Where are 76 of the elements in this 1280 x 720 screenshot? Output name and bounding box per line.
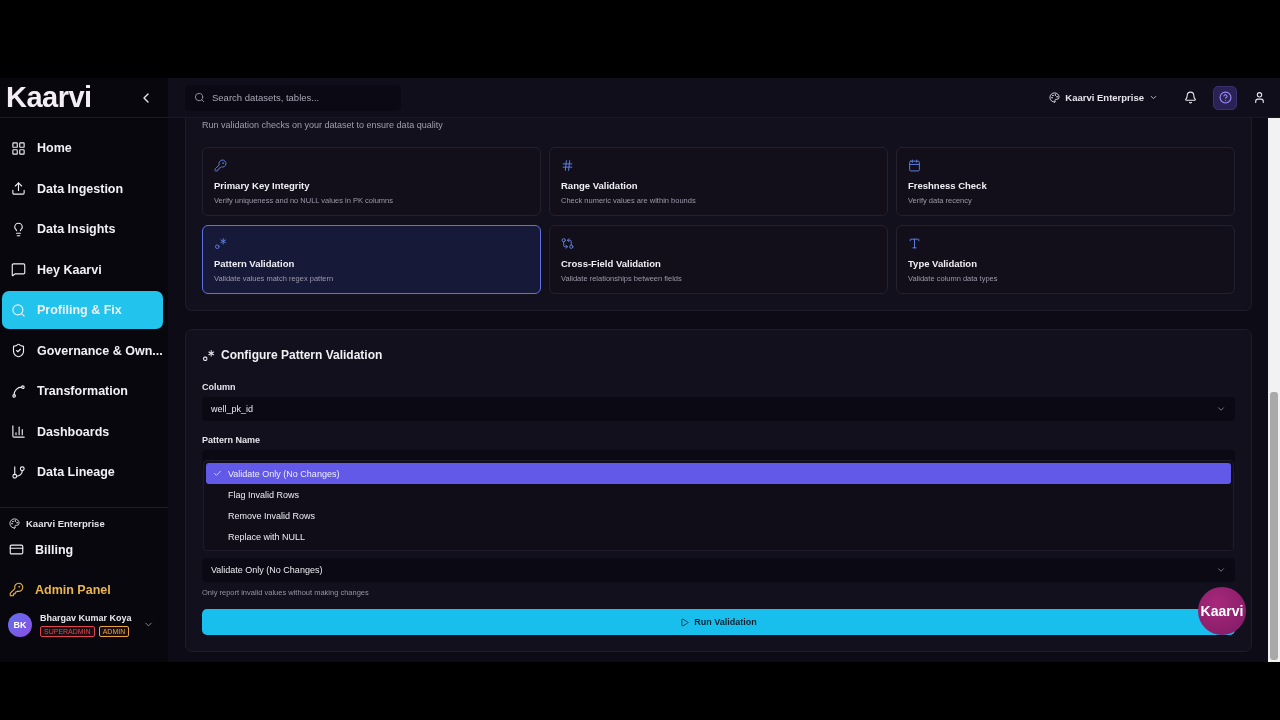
grid-icon [11, 140, 26, 156]
palette-icon [1049, 92, 1061, 103]
curve-icon [11, 383, 26, 399]
lightbulb-icon [11, 221, 26, 237]
logo: Kaarvi [6, 81, 92, 114]
user-avatar: BK [8, 612, 32, 637]
search-icon [11, 302, 26, 318]
nav-item[interactable]: Data Lineage [2, 453, 163, 492]
nav-label: Hey Kaarvi [37, 262, 102, 277]
key-icon [214, 159, 227, 172]
dropdown-option[interactable]: Flag Invalid Rows [206, 484, 1231, 506]
help-icon [1218, 91, 1232, 104]
branch-icon [11, 464, 26, 480]
card-title: Pattern Validation [214, 258, 296, 269]
nav-item[interactable]: Hey Kaarvi [2, 250, 163, 289]
nav-label: Data Lineage [37, 465, 115, 480]
type-icon [908, 237, 921, 250]
nav-label: Governance & Own... [37, 343, 163, 358]
nav-label: Home [37, 141, 72, 156]
bar-chart-icon [11, 424, 26, 440]
action-select[interactable]: Validate Only (No Changes) [202, 558, 1235, 582]
shield-icon [11, 343, 26, 359]
nav-item[interactable]: Dashboards [2, 412, 163, 451]
regex-icon [202, 348, 215, 362]
user-name: Bhargav Kumar Koya [40, 612, 133, 623]
scrollbar[interactable] [1268, 118, 1280, 662]
dropdown-option[interactable]: Remove Invalid Rows [206, 505, 1231, 527]
field-label: Column [202, 382, 237, 392]
nav-item[interactable]: Transformation [2, 372, 163, 411]
nav-item[interactable]: Admin Panel [0, 570, 168, 609]
play-icon [680, 617, 690, 627]
regex-icon [214, 237, 227, 250]
compare-icon [561, 237, 574, 250]
chevron-down-icon [1216, 404, 1226, 414]
nav-item[interactable]: Home [2, 129, 163, 168]
nav-item[interactable]: Billing [0, 530, 168, 569]
column-select[interactable]: well_pk_id [202, 397, 1235, 421]
panel-subtitle: Run validation checks on your dataset to ensure data quality [202, 120, 444, 130]
chat-icon [11, 262, 26, 278]
nav-label: Dashboards [37, 424, 110, 439]
user-button[interactable] [1253, 91, 1266, 104]
upload-icon [11, 181, 26, 197]
nav-item[interactable]: Data Ingestion [2, 169, 163, 208]
dropdown-option[interactable]: Validate Only (No Changes) [206, 463, 1231, 485]
palette-icon [9, 517, 20, 529]
section-heading: Configure Pattern Validation [221, 348, 383, 362]
field-label: Pattern Name [202, 435, 262, 445]
chevron-down-icon [1216, 565, 1226, 575]
key-icon [9, 582, 24, 597]
hash-icon [561, 159, 574, 172]
org-name: Kaarvi Enterprise [26, 517, 105, 529]
card-title: Cross-Field Validation [561, 258, 662, 269]
check-icon [213, 469, 222, 479]
user-icon [1253, 91, 1266, 104]
dropdown-option[interactable]: Replace with NULL [206, 526, 1231, 548]
search-icon [194, 91, 205, 103]
nav-label: Data Ingestion [37, 181, 124, 196]
nav-label: Billing [35, 542, 74, 557]
calendar-icon [908, 159, 921, 172]
chevron-down-icon [1149, 93, 1158, 102]
nav-label: Transformation [37, 384, 128, 399]
bell-icon [1184, 91, 1197, 104]
nav-item[interactable]: Governance & Own... [2, 331, 163, 370]
nav-label: Profiling & Fix [37, 303, 122, 318]
nav-label: Admin Panel [35, 582, 111, 597]
card-title: Freshness Check [908, 180, 988, 191]
card-title: Range Validation [561, 180, 639, 191]
help-button[interactable] [1213, 85, 1237, 110]
notifications-button[interactable] [1184, 91, 1197, 104]
search-field[interactable]: Search datasets, tables... [185, 84, 401, 111]
org-switcher[interactable]: Kaarvi Enterprise [1049, 92, 1158, 103]
nav-item[interactable]: Data Insights [2, 210, 163, 249]
nav-label: Data Insights [37, 222, 116, 237]
card-icon [9, 542, 24, 557]
card-title: Primary Key Integrity [214, 180, 311, 191]
card-title: Type Validation [908, 258, 978, 269]
